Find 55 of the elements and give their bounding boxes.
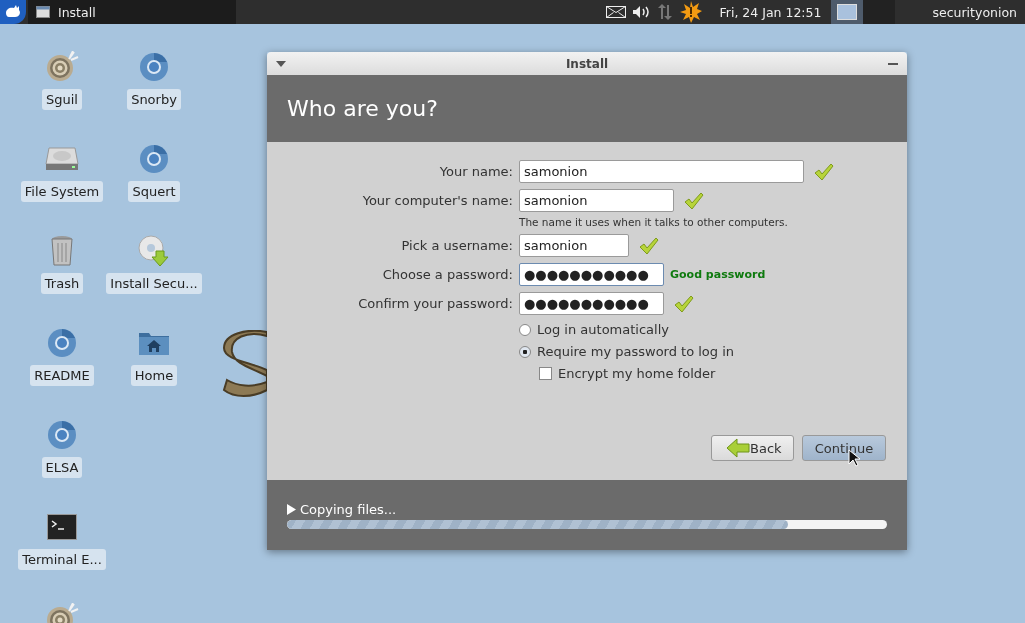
field-label: Confirm your password: xyxy=(357,295,513,313)
checkbox[interactable] xyxy=(539,367,552,380)
taskbar-button[interactable]: Install xyxy=(28,0,236,24)
desktop-icon-label[interactable]: README xyxy=(30,365,94,386)
volume-icon[interactable] xyxy=(632,5,651,19)
field-label: Your computer's name: xyxy=(361,192,513,210)
app-menu-button[interactable] xyxy=(0,0,26,24)
field-label: Choose a password: xyxy=(381,266,513,284)
dialog-button[interactable]: Continue xyxy=(802,435,886,461)
radio-option[interactable]: Require my password to log in xyxy=(519,344,907,359)
text-field[interactable]: samonion xyxy=(519,189,674,212)
burst-warning-icon[interactable] xyxy=(680,1,703,23)
expander-triangle-icon xyxy=(287,503,296,515)
desktop-icon-label[interactable]: Trash xyxy=(40,273,84,294)
trash-icon[interactable] xyxy=(51,235,73,267)
onion-icon[interactable] xyxy=(45,51,79,83)
terminal-icon[interactable] xyxy=(47,511,77,543)
mouse-logo-icon xyxy=(4,4,22,20)
desktop-icon-label[interactable]: File System xyxy=(20,181,104,202)
checkbox-label[interactable]: Encrypt my home folder xyxy=(558,366,716,381)
radio-label[interactable]: Require my password to log in xyxy=(537,344,735,359)
desktop-icon-label[interactable]: Home xyxy=(130,365,178,386)
desktop-icon-label[interactable]: Snorby xyxy=(127,89,181,110)
desktop-icon-label[interactable]: Terminal E... xyxy=(18,549,106,570)
network-arrows-icon[interactable] xyxy=(656,4,675,20)
password-strength: Good password xyxy=(670,268,766,281)
text-field[interactable]: samonion xyxy=(519,234,629,257)
desktop-icon-label[interactable]: ELSA xyxy=(41,457,83,478)
page-heading: Who are you? xyxy=(287,96,438,121)
field-hint: The name it uses when it talks to other computers. xyxy=(519,216,789,228)
globe-ring-icon[interactable] xyxy=(139,143,169,175)
workspace-button[interactable] xyxy=(831,0,864,24)
dialog-button[interactable]: Back xyxy=(711,435,794,461)
text-field[interactable]: samonion xyxy=(519,160,804,183)
radio-button[interactable] xyxy=(519,323,531,336)
mail-icon[interactable] xyxy=(606,6,627,18)
window-title: Install xyxy=(565,56,609,71)
radio-button[interactable] xyxy=(519,345,531,358)
desktop-icon-label[interactable]: Sguil xyxy=(42,89,82,110)
window-icon xyxy=(36,6,50,18)
field-label: Your name: xyxy=(438,163,513,181)
text-field[interactable]: ●●●●●●●●●●● xyxy=(519,263,664,286)
text-field[interactable]: ●●●●●●●●●●● xyxy=(519,292,664,315)
back-arrow-icon xyxy=(726,438,750,458)
radio-option[interactable]: Log in automatically xyxy=(519,322,907,337)
user-name[interactable]: securityonion xyxy=(895,4,1025,20)
globe-ring-icon[interactable] xyxy=(47,419,77,451)
field-label: Pick a username: xyxy=(400,237,513,255)
desktop-icon-label[interactable]: Squert xyxy=(128,181,180,202)
globe-ring-icon[interactable] xyxy=(139,51,169,83)
globe-ring-icon[interactable] xyxy=(47,327,77,359)
radio-label[interactable]: Log in automatically xyxy=(537,322,669,337)
clock[interactable]: Fri, 24 Jan 12:51 xyxy=(719,4,822,20)
window-menu-icon[interactable] xyxy=(276,60,286,67)
desktop-icon-label[interactable]: Install Secu... xyxy=(106,273,202,294)
